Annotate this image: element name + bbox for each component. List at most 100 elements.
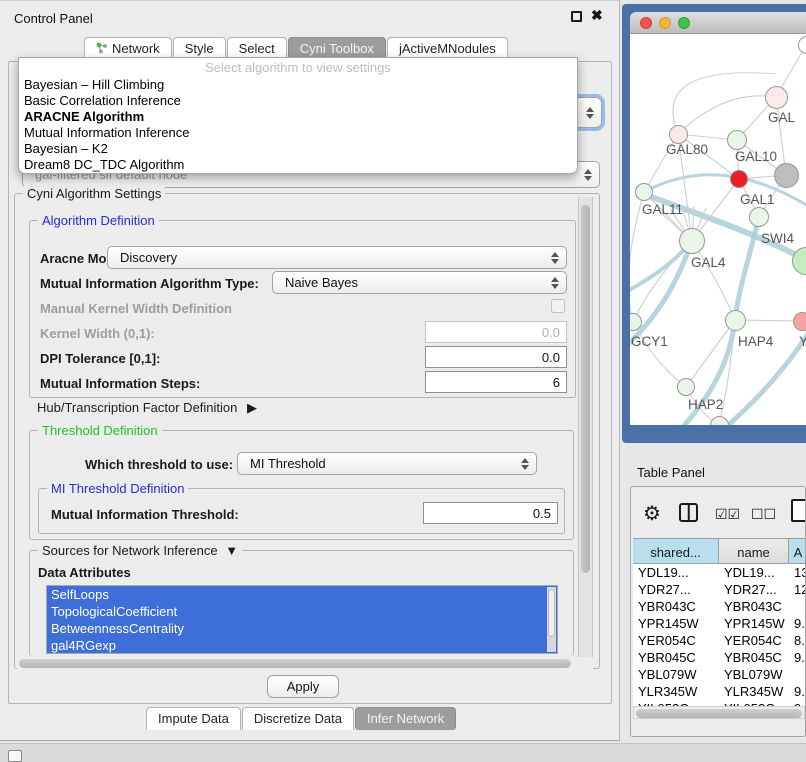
deselect-checks-icon[interactable]: ☐☐ — [751, 506, 776, 523]
dpi-tolerance-field[interactable]: 0.0 — [425, 346, 567, 368]
combo-stepper-icon — [586, 107, 594, 119]
node-label: GAL80 — [666, 142, 708, 157]
network-node[interactable] — [774, 163, 799, 188]
combo-stepper-icon — [521, 458, 529, 470]
dropdown-item[interactable]: Bayesian – Hill Climbing — [24, 77, 572, 93]
tab-infer-network[interactable]: Infer Network — [355, 707, 456, 730]
node-label: GAL11 — [642, 202, 683, 217]
threshold-definition-group: Threshold Definition Which threshold to … — [29, 430, 574, 540]
network-window-titlebar[interactable] — [630, 12, 806, 34]
manual-kernel-label: Manual Kernel Width Definition — [40, 301, 232, 316]
hub-definition-expander[interactable]: Hub/Transcription Factor Definition ▶ — [37, 400, 257, 416]
node-label: Y — [799, 334, 806, 349]
dropdown-item[interactable]: Bayesian – K2 — [24, 141, 572, 157]
table-row[interactable]: YER054CYER054C8. — [633, 632, 806, 649]
mi-threshold-field[interactable]: 0.5 — [423, 502, 558, 524]
network-view-window: GAL GAL80 GAL10 GAL1 GAL11 SWI4 GAL4 GCY… — [622, 4, 806, 443]
network-canvas[interactable]: GAL GAL80 GAL10 GAL1 GAL11 SWI4 GAL4 GCY… — [630, 34, 806, 425]
mi-steps-field[interactable]: 6 — [425, 371, 567, 393]
sources-group: Sources for Network Inference ▼ Data Att… — [29, 550, 574, 656]
column-header[interactable]: A — [789, 538, 806, 564]
close-window-icon[interactable] — [640, 17, 652, 29]
node-label: GAL4 — [691, 255, 726, 270]
table-row[interactable]: YBR045CYBR045C9. — [633, 649, 806, 666]
tab-discretize-data[interactable]: Discretize Data — [242, 707, 354, 730]
node-label: GAL10 — [735, 149, 777, 164]
node-label: SWI4 — [761, 231, 794, 246]
attribute-item[interactable]: gal4RGexp — [47, 637, 557, 654]
which-threshold-combo[interactable]: MI Threshold — [237, 452, 537, 475]
cyni-algorithm-settings-group: Cyni Algorithm Settings Algorithm Defini… — [14, 193, 600, 669]
table-row[interactable]: YBL079WYBL079W — [633, 666, 806, 683]
zoom-window-icon[interactable] — [678, 17, 690, 29]
node-table[interactable]: shared... name A YDL19...YDL19...13 YDR2… — [633, 538, 806, 706]
combo-stepper-icon — [584, 169, 592, 181]
node-label: HAP2 — [688, 397, 723, 412]
dropdown-item[interactable]: Mutual Information Inference — [24, 125, 572, 141]
status-strip — [0, 743, 806, 762]
settings-horizontal-scrollbar[interactable] — [17, 657, 593, 670]
attribute-item[interactable]: BetweennessCentrality — [47, 620, 557, 637]
table-panel-title: Table Panel — [637, 465, 705, 480]
minimize-window-icon[interactable] — [659, 17, 671, 29]
float-panel-icon[interactable] — [571, 11, 582, 22]
node-label: HAP4 — [738, 334, 773, 349]
network-graph-icon — [96, 42, 108, 57]
aracne-mode-combo[interactable]: Discovery — [107, 246, 567, 269]
dropdown-item-selected[interactable]: ARACNE Algorithm — [24, 109, 572, 125]
table-row[interactable]: YBR043CYBR043C — [633, 598, 806, 615]
attributes-scrollbar[interactable] — [547, 587, 556, 652]
collapse-down-icon: ▼ — [225, 543, 238, 558]
network-node[interactable] — [679, 228, 705, 254]
close-panel-icon[interactable]: ✖ — [591, 7, 603, 24]
network-node[interactable] — [749, 207, 769, 227]
network-node[interactable] — [677, 378, 695, 396]
column-header[interactable]: name — [719, 538, 789, 564]
network-node[interactable] — [765, 86, 788, 109]
kernel-width-field[interactable]: 0.0 — [425, 321, 567, 343]
file-icon[interactable] — [791, 499, 806, 522]
settings-vertical-scrollbar[interactable] — [578, 197, 593, 657]
network-node[interactable] — [730, 170, 748, 188]
gear-icon[interactable]: ⚙ — [643, 501, 661, 526]
dropdown-item[interactable]: Basic Correlation Inference — [24, 93, 572, 109]
columns-icon[interactable] — [679, 503, 698, 522]
table-row[interactable]: YDR27...YDR27...12 — [633, 581, 806, 598]
node-label: GAL — [768, 110, 795, 125]
attribute-item[interactable]: SelfLoops — [47, 586, 557, 603]
data-attributes-list[interactable]: SelfLoops TopologicalCoefficient Between… — [46, 585, 558, 654]
combo-stepper-icon — [551, 277, 559, 289]
tab-impute-data[interactable]: Impute Data — [146, 707, 241, 730]
network-node[interactable] — [635, 183, 653, 201]
table-horizontal-scrollbar[interactable] — [633, 706, 805, 719]
select-all-checks-icon[interactable]: ☑☑ — [715, 506, 740, 523]
table-row[interactable]: YLR345WYLR345W9. — [633, 683, 806, 700]
expand-right-icon: ▶ — [247, 400, 257, 416]
settings-group-title: Cyni Algorithm Settings — [23, 186, 165, 201]
table-row[interactable]: YDL19...YDL19...13 — [633, 564, 806, 581]
combo-stepper-icon — [551, 252, 559, 264]
table-panel: ⚙ ☑☑ ☐☐ shared... name A YDL19...YDL19..… — [630, 486, 806, 737]
network-node[interactable] — [725, 310, 746, 331]
mi-threshold-definition-group: MI Threshold Definition Mutual Informati… — [38, 488, 565, 534]
mi-type-combo[interactable]: Naive Bayes — [272, 271, 567, 294]
panel-grip-icon[interactable] — [8, 750, 22, 762]
dropdown-item[interactable]: Dream8 DC_TDC Algorithm — [24, 157, 572, 173]
cyni-bottom-tabbar: Impute Data Discretize Data Infer Networ… — [146, 707, 457, 730]
column-header[interactable]: shared... — [633, 538, 719, 564]
data-attributes-label: Data Attributes — [38, 565, 131, 580]
dpi-tolerance-label: DPI Tolerance [0,1]: — [40, 351, 160, 366]
node-label: GAL1 — [740, 192, 775, 207]
mi-type-label: Mutual Information Algorithm Type: — [40, 276, 259, 291]
mi-steps-label: Mutual Information Steps: — [40, 376, 200, 391]
network-node[interactable] — [793, 312, 806, 331]
table-row[interactable]: YPR145WYPR145W9. — [633, 615, 806, 632]
algorithm-definition-group: Algorithm Definition Aracne Mode: Discov… — [29, 220, 576, 398]
network-node[interactable] — [727, 130, 747, 150]
kernel-width-label: Kernel Width (0,1): — [40, 326, 155, 341]
manual-kernel-checkbox[interactable] — [551, 299, 565, 313]
attribute-item[interactable]: TopologicalCoefficient — [47, 603, 557, 620]
apply-button[interactable]: Apply — [267, 675, 339, 698]
sources-group-title[interactable]: Sources for Network Inference ▼ — [38, 543, 242, 558]
table-rows: YDL19...YDL19...13 YDR27...YDR27...12 YB… — [633, 564, 806, 706]
